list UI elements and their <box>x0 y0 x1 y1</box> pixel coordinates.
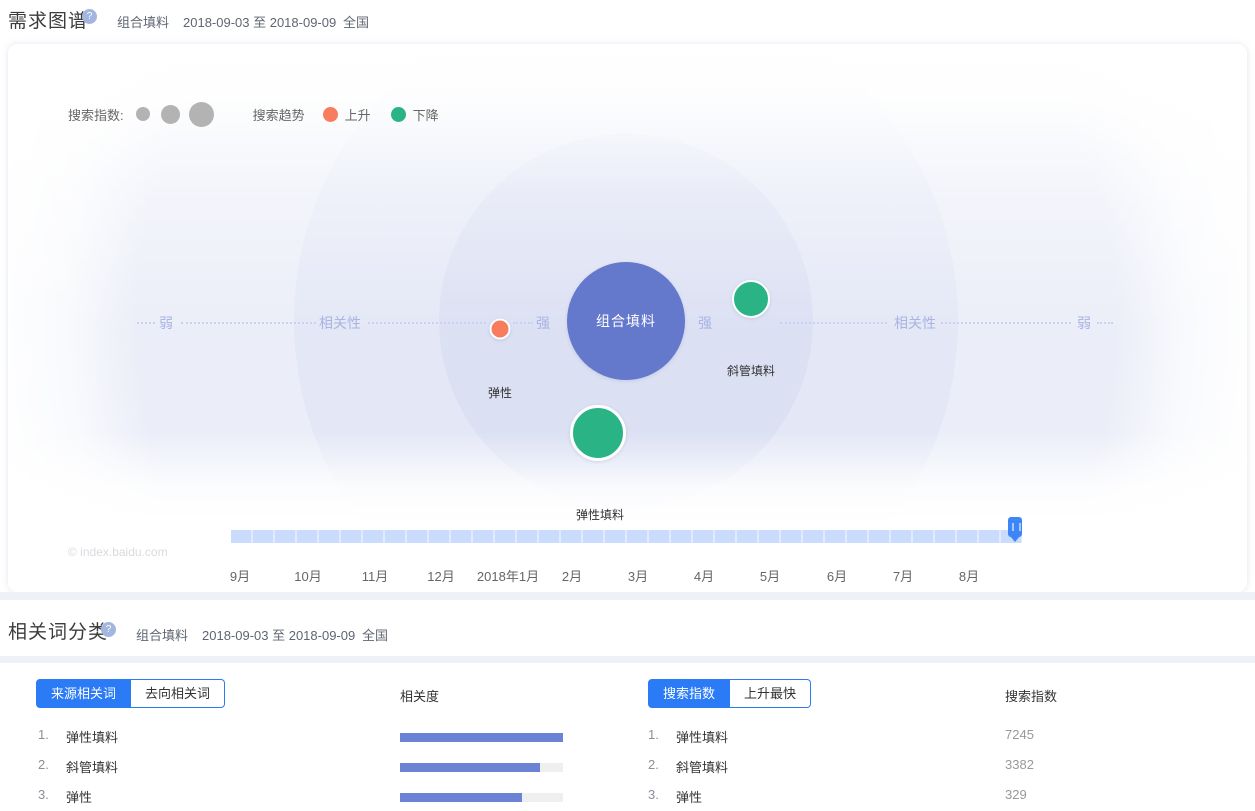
bubble-label: 弹性填料 <box>576 506 624 523</box>
legend-size-label: 搜索指数: <box>68 105 124 124</box>
trend-down-dot-icon <box>391 107 406 122</box>
relevance-bar <box>400 733 563 742</box>
related-word-link[interactable]: 斜管填料 <box>676 757 728 776</box>
time-slider-handle[interactable] <box>1008 517 1022 537</box>
demand-map-title-row: 需求图谱 <box>8 6 88 33</box>
relevance-bar-fill <box>400 733 563 742</box>
relevance-bar <box>400 763 563 772</box>
size-dot-small-icon <box>136 107 150 121</box>
demand-map-card: 搜索指数: 搜索趋势 上升 下降 弱 相关性 强 强 相关性 弱 组合填料 弹性 <box>8 44 1247 592</box>
related-word-link[interactable]: 弹性 <box>676 787 702 806</box>
size-dot-medium-icon <box>161 105 180 124</box>
chart-legend: 搜索指数: 搜索趋势 上升 下降 <box>68 100 439 128</box>
size-dot-large-icon <box>189 102 214 127</box>
keyword-label: 组合填料 <box>136 625 188 644</box>
axis-strong-left: 强 <box>536 313 550 333</box>
rank-label: 2. <box>38 757 49 772</box>
month-tick: 7月 <box>893 566 913 585</box>
axis-dotted-line <box>513 322 533 324</box>
legend-trend-label: 搜索趋势 <box>253 105 305 124</box>
axis-strong-right: 强 <box>698 313 712 333</box>
rank-label: 1. <box>648 727 659 742</box>
region-label: 全国 <box>343 12 369 31</box>
axis-weak-right: 弱 <box>1077 313 1091 333</box>
bubble-label: 斜管填料 <box>727 362 775 379</box>
rank-label: 1. <box>38 727 49 742</box>
relevance-bar-fill <box>400 763 540 772</box>
demand-map-title: 需求图谱 <box>8 11 88 32</box>
section-divider <box>0 592 1255 600</box>
month-tick: 12月 <box>427 566 454 585</box>
relevance-bar <box>400 793 563 802</box>
axis-dotted-line <box>941 322 1071 324</box>
search-index-column-header: 搜索指数 <box>1005 686 1057 705</box>
source-dest-tab-group: 来源相关词 去向相关词 <box>36 679 225 708</box>
axis-weak-left: 弱 <box>159 313 173 333</box>
trend-up-dot-icon <box>323 107 338 122</box>
time-slider-track[interactable] <box>231 530 1022 543</box>
related-word-link[interactable]: 弹性填料 <box>676 727 728 746</box>
help-icon[interactable]: ? <box>82 9 97 24</box>
bubble-related-up[interactable] <box>490 319 511 340</box>
related-words-title: 相关词分类 <box>8 617 108 644</box>
search-index-value: 7245 <box>1005 727 1034 742</box>
month-tick: 2018年1月 <box>477 566 539 585</box>
tab-search-index[interactable]: 搜索指数 <box>648 679 730 708</box>
axis-dotted-line <box>181 322 316 324</box>
relevance-column-header: 相关度 <box>400 686 439 705</box>
month-tick: 9月 <box>230 566 250 585</box>
bubble-related-down[interactable] <box>570 405 626 461</box>
baidu-index-page: 需求图谱 ? 组合填料 2018-09-03 至 2018-09-09 全国 搜… <box>0 0 1255 811</box>
date-range-label: 2018-09-03 至 2018-09-09 <box>202 625 355 644</box>
search-index-value: 3382 <box>1005 757 1034 772</box>
axis-dotted-line <box>368 322 486 324</box>
rank-label: 3. <box>648 787 659 802</box>
region-label: 全国 <box>362 625 388 644</box>
legend-up-label: 上升 <box>345 105 371 124</box>
related-word-link[interactable]: 弹性填料 <box>66 727 118 746</box>
month-tick: 11月 <box>362 566 389 585</box>
relevance-bar-fill <box>400 793 522 802</box>
bubble-label: 弹性 <box>488 384 512 401</box>
rank-label: 3. <box>38 787 49 802</box>
index-rising-tab-group: 搜索指数 上升最快 <box>648 679 811 708</box>
tab-fastest-rising[interactable]: 上升最快 <box>730 679 811 708</box>
related-word-link[interactable]: 弹性 <box>66 787 92 806</box>
month-tick: 10月 <box>294 566 321 585</box>
month-tick: 6月 <box>827 566 847 585</box>
axis-dotted-line <box>780 322 887 324</box>
keyword-label: 组合填料 <box>117 12 169 31</box>
bubble-related-down[interactable] <box>732 280 770 318</box>
axis-dotted-line <box>1097 322 1113 324</box>
tab-source-related-words[interactable]: 来源相关词 <box>36 679 131 708</box>
related-word-link[interactable]: 斜管填料 <box>66 757 118 776</box>
search-index-value: 329 <box>1005 787 1027 802</box>
date-range-label: 2018-09-03 至 2018-09-09 <box>183 12 336 31</box>
section-divider <box>0 656 1255 663</box>
bubble-center-keyword[interactable]: 组合填料 <box>567 262 685 380</box>
help-icon[interactable]: ? <box>101 622 116 637</box>
axis-relevance-left: 相关性 <box>319 313 361 333</box>
month-tick: 3月 <box>628 566 648 585</box>
axis-relevance-right: 相关性 <box>894 313 936 333</box>
tab-dest-related-words[interactable]: 去向相关词 <box>131 679 225 708</box>
rank-label: 2. <box>648 757 659 772</box>
month-tick: 5月 <box>760 566 780 585</box>
axis-dotted-line <box>137 322 155 324</box>
month-tick: 2月 <box>562 566 582 585</box>
watermark: © index.baidu.com <box>68 545 168 559</box>
legend-down-label: 下降 <box>413 105 439 124</box>
month-tick: 8月 <box>959 566 979 585</box>
month-tick: 4月 <box>694 566 714 585</box>
